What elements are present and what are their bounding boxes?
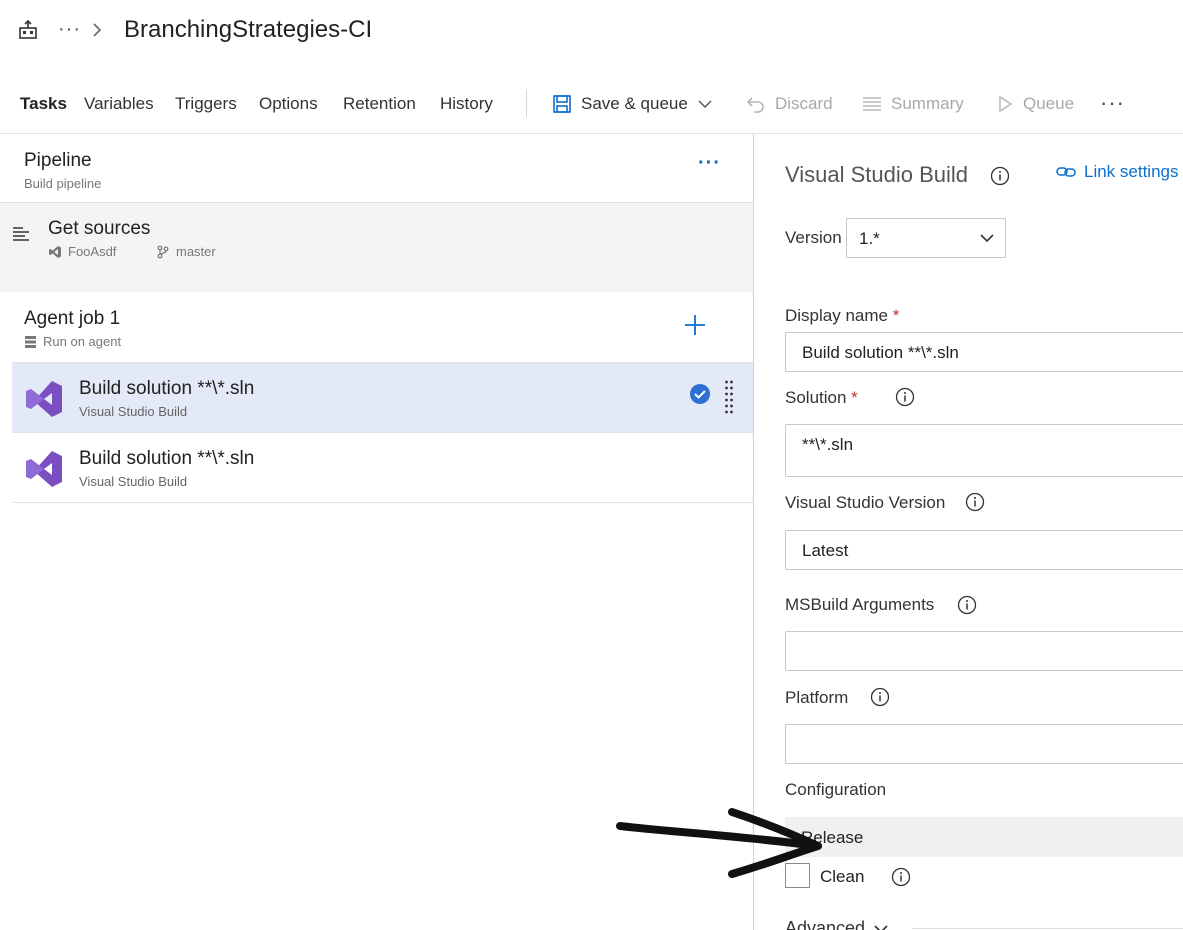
tab-retention[interactable]: Retention bbox=[343, 94, 416, 133]
save-queue-label: Save & queue bbox=[581, 94, 688, 113]
version-label: Version bbox=[785, 228, 842, 247]
task-title: Build solution **\*.sln bbox=[79, 378, 255, 399]
visual-studio-icon bbox=[26, 381, 62, 417]
add-task-icon[interactable] bbox=[682, 312, 708, 338]
chevron-down-icon bbox=[698, 100, 712, 109]
platform-field[interactable] bbox=[785, 724, 1183, 764]
annotation-arrow-icon bbox=[616, 808, 822, 878]
tab-bar: Tasks Variables Triggers Options Retenti… bbox=[0, 84, 1183, 143]
tab-variables[interactable]: Variables bbox=[84, 94, 154, 133]
display-name-field[interactable]: Build solution **\*.sln bbox=[785, 332, 1183, 372]
chevron-down-icon bbox=[980, 234, 994, 243]
summary-label: Summary bbox=[891, 94, 964, 113]
top-bar: ··· BranchingStrategies-CI bbox=[0, 0, 1183, 62]
task-details-title: Visual Studio Build bbox=[785, 162, 969, 187]
toolbar-more-button[interactable]: ··· bbox=[1100, 90, 1125, 116]
save-icon bbox=[553, 95, 571, 113]
solution-field[interactable]: **\*.sln bbox=[785, 424, 1183, 477]
msbuild-arguments-field[interactable] bbox=[785, 631, 1183, 671]
branch-name: master bbox=[176, 244, 216, 259]
agent-job-row[interactable]: Agent job 1 Run on agent bbox=[12, 292, 753, 363]
discard-button[interactable]: Discard bbox=[746, 94, 833, 114]
summary-button[interactable]: Summary bbox=[862, 94, 964, 114]
vs-version-label: Visual Studio Version bbox=[785, 493, 946, 512]
agent-job-subtitle: Run on agent bbox=[24, 334, 121, 349]
chevron-right-icon bbox=[93, 23, 102, 37]
section-divider bbox=[912, 928, 1183, 929]
task-subtitle: Visual Studio Build bbox=[79, 474, 188, 489]
visual-studio-icon bbox=[26, 451, 62, 487]
solution-label: Solution * bbox=[785, 388, 858, 408]
queue-label: Queue bbox=[1023, 94, 1075, 113]
build-pipeline-icon bbox=[19, 20, 37, 39]
info-icon[interactable] bbox=[895, 387, 915, 407]
pipeline-subtitle: Build pipeline bbox=[24, 176, 102, 191]
task-title: Build solution **\*.sln bbox=[79, 448, 255, 469]
solution-label-text: Solution bbox=[785, 388, 847, 407]
get-sources-icon bbox=[13, 227, 29, 241]
list-icon bbox=[863, 97, 881, 111]
advanced-label: Advanced bbox=[785, 918, 866, 930]
agent-job-title: Agent job 1 bbox=[24, 308, 121, 329]
agent-job-subtitle-text: Run on agent bbox=[43, 334, 122, 349]
info-icon[interactable] bbox=[891, 867, 911, 887]
discard-label: Discard bbox=[775, 94, 833, 113]
platform-label: Platform bbox=[785, 688, 849, 707]
tab-triggers[interactable]: Triggers bbox=[175, 94, 237, 133]
enabled-check-icon bbox=[690, 384, 710, 404]
pipeline-more-button[interactable]: ··· bbox=[698, 152, 721, 175]
server-icon bbox=[25, 335, 36, 348]
link-icon bbox=[1056, 167, 1076, 177]
get-sources-title[interactable]: Get sources bbox=[48, 218, 150, 240]
display-name-label: Display name * bbox=[785, 306, 899, 326]
pipeline-title[interactable]: Pipeline bbox=[24, 150, 92, 172]
queue-button[interactable]: Queue bbox=[996, 94, 1074, 114]
info-icon[interactable] bbox=[990, 166, 1010, 186]
drag-handle-icon[interactable] bbox=[724, 379, 734, 415]
advanced-section-toggle[interactable]: Advanced bbox=[785, 918, 889, 930]
required-marker: * bbox=[851, 388, 858, 407]
info-icon[interactable] bbox=[965, 492, 985, 512]
vs-version-select[interactable]: Latest bbox=[785, 530, 1183, 570]
play-icon bbox=[999, 95, 1013, 113]
branch-info: master bbox=[156, 244, 216, 259]
task-row[interactable]: Build solution **\*.sln Visual Studio Bu… bbox=[12, 363, 753, 433]
info-icon[interactable] bbox=[957, 595, 977, 615]
display-name-label-text: Display name bbox=[785, 306, 888, 325]
msbuild-arguments-label: MSBuild Arguments bbox=[785, 595, 935, 614]
configuration-label: Configuration bbox=[785, 780, 887, 799]
version-select[interactable]: 1.* bbox=[846, 218, 1006, 258]
branch-icon bbox=[157, 245, 169, 258]
tab-history[interactable]: History bbox=[440, 94, 493, 133]
visual-studio-icon bbox=[49, 245, 61, 258]
breadcrumb-more-button[interactable]: ··· bbox=[58, 18, 81, 41]
solution-value: **\*.sln bbox=[802, 435, 854, 454]
undo-icon bbox=[746, 97, 764, 113]
vs-version-value: Latest bbox=[802, 541, 849, 560]
save-queue-button[interactable]: Save & queue bbox=[552, 94, 713, 114]
configuration-field[interactable]: Release bbox=[785, 817, 1183, 857]
task-row[interactable]: Build solution **\*.sln Visual Studio Bu… bbox=[12, 433, 753, 503]
page-title: BranchingStrategies-CI bbox=[124, 16, 373, 43]
toolbar-divider bbox=[526, 89, 527, 117]
tab-options[interactable]: Options bbox=[259, 94, 318, 133]
version-value: 1.* bbox=[859, 229, 880, 248]
required-marker: * bbox=[892, 306, 900, 325]
info-icon[interactable] bbox=[870, 687, 890, 707]
repo-info: FooAsdf bbox=[48, 244, 116, 259]
task-subtitle: Visual Studio Build bbox=[79, 404, 188, 419]
link-settings-link[interactable]: Link settings bbox=[1056, 162, 1179, 182]
link-settings-label: Link settings bbox=[1084, 162, 1179, 181]
repo-name: FooAsdf bbox=[68, 244, 117, 259]
chevron-down-icon bbox=[874, 924, 888, 930]
display-name-value: Build solution **\*.sln bbox=[802, 343, 959, 362]
